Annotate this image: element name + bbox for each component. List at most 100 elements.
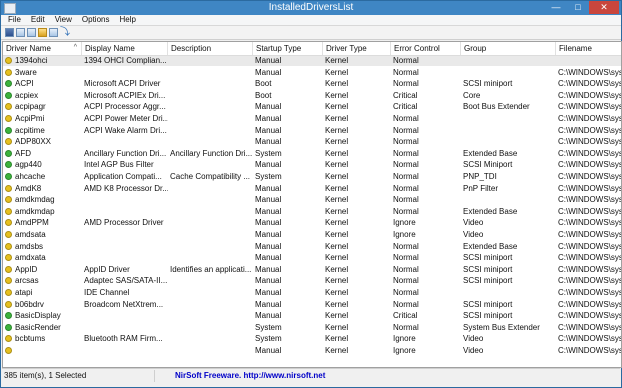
table-row[interactable]: acpipagr ACPI Processor Aggr... Manual Kern… (3, 102, 621, 112)
table-row[interactable]: AppID AppID Driver Identifies an applicati… (3, 265, 621, 275)
cell-error-control: Critical (393, 102, 418, 112)
cell-driver-type: Kernel (325, 288, 349, 297)
cell-driver-name: AmdK8 (15, 183, 42, 193)
cell-filename: C:\WINDOWS\sys (558, 160, 622, 170)
save-icon[interactable] (5, 28, 14, 37)
cell-description (168, 334, 253, 344)
cell-startup-type: System (255, 322, 282, 332)
table-row[interactable]: Manual Kernel Ignore Video C:\WINDOWS\sys (3, 346, 621, 356)
menu-file[interactable]: File (3, 15, 26, 25)
cell-error-control: Normal (393, 183, 419, 193)
cell-description (168, 311, 253, 321)
properties-icon[interactable] (38, 28, 47, 37)
table-row[interactable]: amdkmdag Manual Kernel Normal C:\WINDOWS\sys (3, 195, 621, 205)
cell-group: Video (463, 230, 484, 239)
table-row[interactable]: 1394ohci 1394 OHCI Complian... Manual Kerne… (3, 56, 621, 66)
status-dot-icon (5, 323, 12, 331)
minimize-button[interactable]: — (545, 1, 567, 14)
table-row[interactable]: acpiex Microsoft ACPIEx Dri... Boot Kernel C… (3, 91, 621, 101)
cell-driver-type: Kernel (325, 90, 349, 100)
table-row[interactable]: amdkmdap Manual Kernel Normal Extended Base C… (3, 207, 621, 217)
cell-driver-name: b06bdrv (15, 299, 44, 309)
cell-startup-type: Boot (255, 90, 272, 100)
cell-group: SCSI miniport (463, 264, 513, 274)
table-row[interactable]: amdxata Manual Kernel Normal SCSI miniport C:… (3, 253, 621, 263)
table-row[interactable]: BasicRender System Kernel Normal System Bus … (3, 323, 621, 333)
table-row[interactable]: arcsas Adaptec SAS/SATA-II... Manual Kernel… (3, 276, 621, 286)
table-row[interactable]: AmdPPM AMD Processor Driver Manual Kernel Ig… (3, 218, 621, 228)
cell-driver-type: Kernel (325, 346, 349, 355)
column-header-startup-type[interactable]: Startup Type (253, 42, 323, 55)
menu-help[interactable]: Help (114, 15, 140, 25)
status-dot-icon (5, 289, 12, 296)
drivers-list[interactable]: Driver Name ^ Display Name Description Start… (2, 41, 622, 368)
cell-filename: C:\WINDOWS\sys (558, 311, 622, 321)
status-dot-icon (5, 115, 12, 122)
cell-display-name (82, 346, 168, 356)
arrow-icon[interactable]: ⤵ (60, 28, 70, 38)
cell-filename: C:\WINDOWS\sys (558, 346, 622, 355)
table-row[interactable]: ACPI Microsoft ACPI Driver Boot Kernel Norma… (3, 79, 621, 89)
column-header-driver-name[interactable]: Driver Name ^ (3, 42, 82, 55)
table-row[interactable]: acpitime ACPI Wake Alarm Dri... Manual Kern… (3, 126, 621, 136)
table-row[interactable]: BasicDisplay Manual Kernel Critical SCSI min… (3, 311, 621, 321)
table-row[interactable]: amdsbs Manual Kernel Normal Extended Base C:\… (3, 242, 621, 252)
table-row[interactable]: agp440 Intel AGP Bus Filter Manual Kernel No… (3, 160, 621, 170)
copy-icon[interactable] (16, 28, 25, 37)
cell-driver-type: Kernel (325, 334, 349, 344)
cell-filename: C:\WINDOWS\sys (558, 322, 622, 332)
cell-driver-type: Kernel (325, 299, 349, 309)
cell-driver-type: Kernel (325, 160, 349, 170)
maximize-button[interactable]: □ (567, 1, 589, 14)
menu-options[interactable]: Options (77, 15, 115, 25)
menu-view[interactable]: View (50, 15, 77, 25)
status-dot-icon (5, 149, 12, 157)
status-dot-icon (5, 347, 12, 354)
cell-driver-name: amdxata (15, 253, 46, 263)
table-row[interactable]: ahcache Application Compati... Cache Compa… (3, 172, 621, 182)
table-row[interactable]: 3ware Manual Kernel Normal C:\WINDOWS\sys (3, 68, 621, 78)
cell-driver-type: Kernel (325, 264, 349, 274)
column-header-driver-type[interactable]: Driver Type (323, 42, 391, 55)
table-row[interactable]: b06bdrv Broadcom NetXtrem... Manual Kernel N… (3, 300, 621, 310)
table-row[interactable]: AmdK8 AMD K8 Processor Dr... Manual Kernel N… (3, 184, 621, 194)
cell-display-name: Ancillary Function Dri... (84, 148, 167, 158)
title-bar[interactable]: InstalledDriversList — □ ✕ (1, 1, 621, 15)
table-row[interactable]: amdsata Manual Kernel Ignore Video C:\WINDOWS… (3, 230, 621, 240)
cell-group: Video (463, 218, 484, 228)
cell-filename: C:\WINDOWS\sys (558, 125, 622, 135)
cell-display-name (82, 253, 168, 263)
table-row[interactable]: bcbtums Bluetooth RAM Firm... System Kernel… (3, 334, 621, 344)
html-report-icon[interactable] (49, 28, 58, 37)
column-header-display-name[interactable]: Display Name (82, 42, 168, 55)
column-header-group[interactable]: Group (461, 42, 556, 55)
close-button[interactable]: ✕ (589, 1, 619, 14)
cell-group: PNP_TDI (463, 172, 497, 181)
cell-description (168, 288, 253, 298)
copy-icon[interactable] (27, 28, 36, 37)
table-row[interactable]: atapi IDE Channel Manual Kernel Normal C:\WIN… (3, 288, 621, 298)
cell-driver-type: Kernel (325, 206, 349, 216)
toolbar: ⤵ (1, 26, 621, 40)
cell-group (461, 56, 556, 66)
column-header-description[interactable]: Description (168, 42, 253, 55)
menu-bar: File Edit View Options Help (1, 15, 621, 26)
cell-description (168, 126, 253, 136)
cell-filename: C:\WINDOWS\sys (558, 253, 622, 263)
cell-driver-name: 3ware (15, 67, 37, 77)
cell-description (168, 276, 253, 286)
cell-filename: C:\WINDOWS\sys (558, 334, 622, 344)
column-header-filename[interactable]: Filename (556, 42, 621, 55)
app-window: InstalledDriversList — □ ✕ File Edit Vie… (0, 0, 622, 388)
cell-driver-name: ahcache (15, 172, 46, 181)
cell-filename: C:\WINDOWS\sys (558, 79, 622, 89)
column-header-error-control[interactable]: Error Control (391, 42, 461, 55)
cell-group: Core (463, 90, 481, 100)
status-credit-link[interactable]: NirSoft Freeware. http://www.nirsoft.net (155, 370, 325, 382)
cell-driver-type: Kernel (325, 230, 349, 239)
table-row[interactable]: AcpiPmi ACPI Power Meter Dri... Manual Kern… (3, 114, 621, 124)
menu-edit[interactable]: Edit (26, 15, 50, 25)
cell-display-name (82, 195, 168, 205)
table-row[interactable]: AFD Ancillary Function Dri... Ancillary Fu… (3, 149, 621, 159)
table-row[interactable]: ADP80XX Manual Kernel Normal C:\WINDOWS\sys (3, 137, 621, 147)
